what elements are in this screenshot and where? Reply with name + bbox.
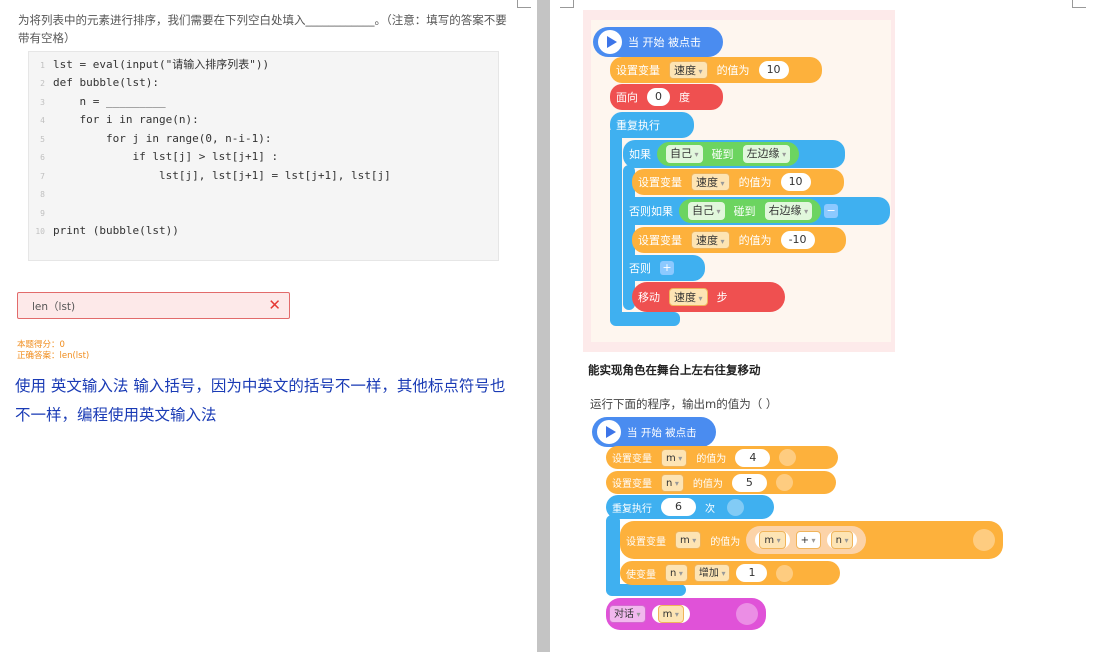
- hat-block-start-2: 当 开始 被点击: [592, 417, 716, 447]
- page-corner-mark: [1072, 0, 1086, 8]
- code-line-3: 3 n = _________: [40, 95, 166, 108]
- code-line-10: 10 print (bubble(lst)): [35, 224, 179, 237]
- answer-input[interactable]: len（lst) ✕: [17, 292, 290, 319]
- change-variable-block: 使变量n增加1: [620, 561, 840, 585]
- code-line-8: 8: [40, 190, 45, 199]
- code-line-6: 6 if lst[j] > lst[j+1] :: [40, 150, 279, 163]
- block-end-icon: [776, 564, 794, 582]
- answer-value: len（lst): [32, 301, 76, 313]
- else-block: 否则 +: [623, 255, 705, 281]
- page-corner-mark: [560, 0, 574, 8]
- code-line-4: 4 for i in range(n):: [40, 113, 199, 126]
- set-n-block: 设置变量n的值为5: [606, 471, 836, 494]
- looks-icon: [736, 603, 758, 625]
- score-label: 本题得分：0: [17, 340, 65, 350]
- page-corner-mark: [517, 0, 531, 8]
- code-line-5: 5 for j in range(0, n-i-1):: [40, 132, 272, 145]
- add-branch-button[interactable]: +: [660, 261, 674, 275]
- explanation-note: 使用 英文输入法 输入括号，因为中英文的括号不一样，其他标点符号也不一样，编程使…: [15, 377, 506, 424]
- block-end-icon: [973, 529, 995, 551]
- code-line-7: 7 lst[j], lst[j+1] = lst[j+1], lst[j]: [40, 169, 391, 182]
- page-gutter: [537, 0, 550, 652]
- repeat-block: 重复执行 6 次: [606, 495, 774, 519]
- remove-branch-button[interactable]: −: [824, 204, 839, 218]
- start-flag-icon-2: [597, 420, 621, 444]
- block-end-icon: [775, 474, 793, 491]
- start-flag-icon: [598, 30, 622, 54]
- if-block: 如果 自己碰到左边缘: [623, 140, 845, 168]
- wrong-mark-icon: ✕: [268, 296, 281, 314]
- else-if-block: 否则如果 自己碰到右边缘 −: [623, 197, 890, 225]
- right-document-page: 当 开始 被点击 设置变量速度的值为10 面向0度 重复执行 如果 自己碰到左边…: [550, 0, 1098, 652]
- move-steps-block: 移动速度步: [632, 282, 785, 312]
- score-info: 本题得分：0 正确答案：len(lst): [17, 340, 89, 362]
- program1-caption: 能实现角色在舞台上左右往复移动: [588, 363, 761, 377]
- question-text: 为将列表中的元素进行排序，我们需要在下列空白处填入____________。（注…: [18, 13, 507, 45]
- code-block: 1 lst = eval(input("请输入排序列表")) 2 def bubbl…: [28, 51, 499, 261]
- forever-block: 重复执行: [610, 112, 694, 138]
- set-m-sum-block: 设置变量m的值为 m + n: [620, 521, 1003, 559]
- block-end-icon: [779, 449, 797, 466]
- program2-question: 运行下面的程序，输出m的值为（ ）: [590, 397, 778, 411]
- hat-block-start: 当 开始 被点击: [593, 27, 723, 57]
- set-variable-block-3: 设置变量速度的值为-10: [632, 227, 846, 253]
- set-variable-block-2: 设置变量速度的值为10: [632, 169, 844, 195]
- set-m-block: 设置变量m的值为4: [606, 446, 838, 469]
- left-document-page: 为将列表中的元素进行排序，我们需要在下列空白处填入____________。（注…: [0, 0, 537, 652]
- set-variable-block-1: 设置变量速度的值为10: [610, 57, 822, 83]
- repeat-icon: [727, 498, 744, 516]
- say-block: 对话 m: [606, 598, 766, 630]
- forever-arm: [610, 130, 622, 325]
- code-line-1: 1 lst = eval(input("请输入排序列表")): [40, 58, 270, 71]
- correct-answer-label: 正确答案：len(lst): [17, 351, 90, 361]
- code-line-2: 2 def bubble(lst):: [40, 76, 159, 89]
- code-line-9: 9: [40, 209, 45, 218]
- face-direction-block: 面向 0 度: [610, 84, 723, 110]
